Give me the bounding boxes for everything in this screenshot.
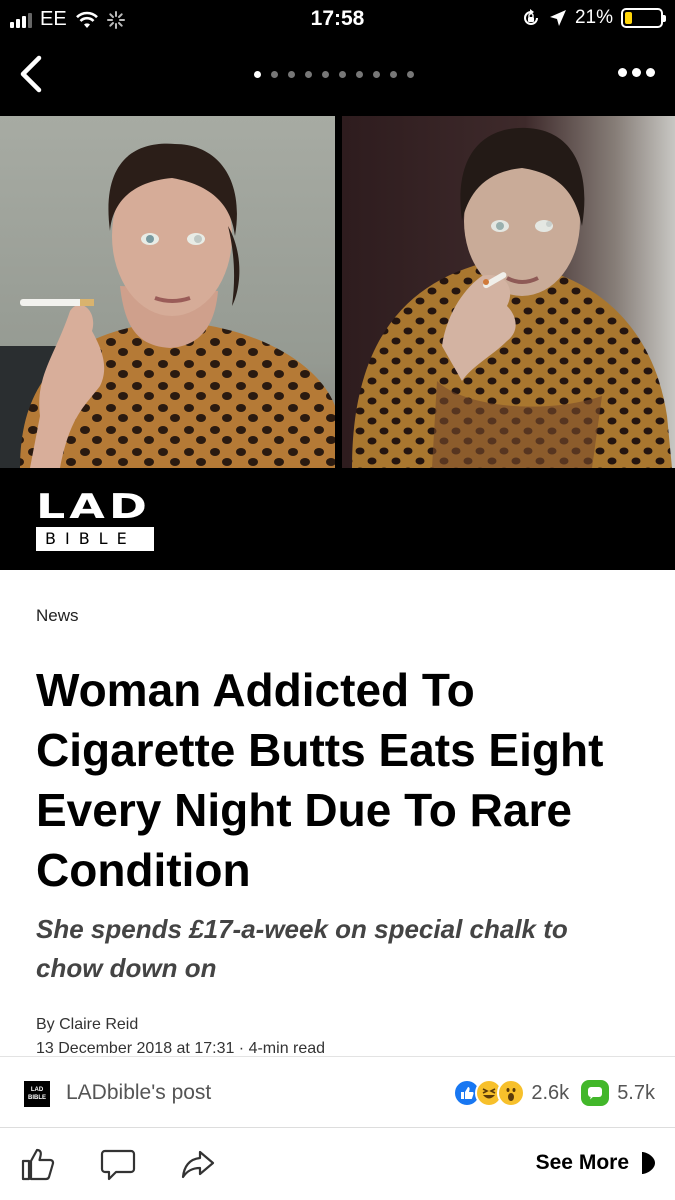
reaction-count: 2.6k: [531, 1081, 570, 1104]
battery-fill: [625, 12, 633, 24]
brand-banner: LAD BIBLE: [0, 470, 675, 570]
page-dot: [288, 71, 295, 78]
more-dot: [618, 68, 627, 77]
action-bar: See More: [0, 1128, 675, 1200]
page-dot: [356, 71, 363, 78]
page-dot: [305, 71, 312, 78]
more-dot: [632, 68, 641, 77]
photo-woman-left: [0, 116, 335, 468]
location-arrow-icon: [549, 10, 566, 26]
article-category: News: [36, 606, 79, 625]
page-avatar[interactable]: LAD BIBLE: [24, 1081, 50, 1107]
see-more-label: See More: [535, 1151, 629, 1174]
thumbs-up-icon: [21, 1148, 55, 1181]
comment-count-icon: [581, 1080, 610, 1106]
article-headline: Woman Addicted To Cigarette Butts Eats E…: [36, 664, 604, 896]
more-dot: [646, 68, 655, 77]
page-dot: [390, 71, 397, 78]
ladbible-logo: LAD BIBLE: [36, 490, 156, 551]
share-button[interactable]: [180, 1146, 216, 1187]
woman-smoking-illustration-left: [0, 143, 335, 468]
share-arrow-icon: [181, 1150, 215, 1179]
post-info-bar: LAD BIBLE LADbible's post 2.6k 5.7k: [0, 1056, 675, 1128]
rotation-lock-icon: [524, 9, 538, 25]
chevron-left-icon: [20, 55, 42, 93]
reactions-summary[interactable]: 2.6k 5.7k: [453, 1078, 655, 1108]
page-dot: [254, 71, 261, 78]
comment-count: 5.7k: [617, 1081, 655, 1104]
page-indicator: [254, 71, 414, 78]
back-button[interactable]: [10, 52, 54, 96]
page-dot: [322, 71, 329, 78]
avatar-text-top: LAD: [30, 1087, 44, 1093]
comment-bubble-icon: [100, 1149, 136, 1181]
more-options-button[interactable]: [618, 68, 655, 77]
see-more-button[interactable]: See More: [536, 1150, 657, 1176]
status-right-group: 21%: [521, 7, 666, 29]
like-button[interactable]: [20, 1146, 56, 1187]
photo-viewer-nav: [0, 38, 675, 114]
logo-top-text: LAD: [36, 487, 152, 527]
collapse-arrow-icon: [642, 1152, 655, 1174]
photo-woman-right: [342, 116, 675, 468]
article-date: 13 December 2018 at 17:31 · 4-min read: [36, 1040, 326, 1056]
post-owner-link[interactable]: LADbible's post: [66, 1081, 211, 1105]
page-dot: [407, 71, 414, 78]
article-photo[interactable]: [0, 114, 675, 470]
comment-button[interactable]: [100, 1146, 136, 1187]
avatar-text-bottom: BIBLE: [28, 1095, 46, 1101]
battery-icon: [621, 8, 666, 28]
status-bar: EE 17:58 21%: [0, 0, 675, 38]
page-dot: [373, 71, 380, 78]
page-dot: [271, 71, 278, 78]
woman-smoking-illustration-right: [352, 127, 672, 468]
page-dot: [339, 71, 346, 78]
wow-reaction-icon: [497, 1079, 526, 1107]
article-subhead: She spends £17-a-week on special chalk t…: [36, 914, 568, 983]
logo-bottom-text: BIBLE: [36, 527, 154, 551]
article-byline: By Claire Reid: [36, 1016, 139, 1033]
battery-percent: 21%: [574, 7, 613, 28]
